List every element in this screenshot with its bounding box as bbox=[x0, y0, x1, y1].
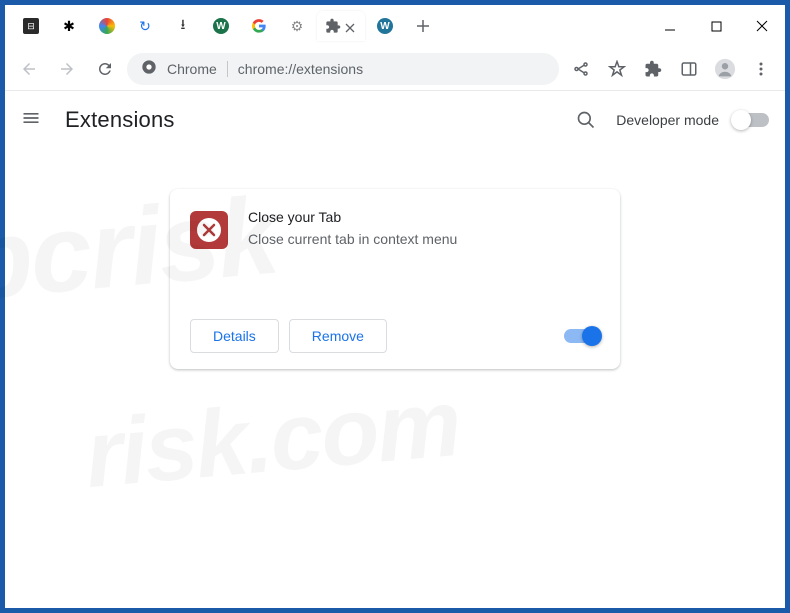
tab-8[interactable]: ⚙ bbox=[279, 11, 315, 41]
developer-mode-label: Developer mode bbox=[616, 112, 719, 128]
favicon-w-icon: W bbox=[213, 18, 229, 34]
reload-button[interactable] bbox=[89, 53, 121, 85]
tab-5[interactable]: ⭳ bbox=[165, 11, 201, 41]
close-window-button[interactable] bbox=[739, 8, 785, 44]
tab-3[interactable] bbox=[89, 11, 125, 41]
back-button[interactable] bbox=[13, 53, 45, 85]
window-controls bbox=[647, 8, 785, 44]
omnibox-url: chrome://extensions bbox=[238, 61, 363, 77]
sidepanel-icon[interactable] bbox=[673, 53, 705, 85]
extension-name: Close your Tab bbox=[248, 209, 457, 225]
chrome-icon bbox=[141, 59, 157, 78]
toolbar-icons bbox=[565, 53, 777, 85]
new-tab-button[interactable] bbox=[409, 12, 437, 40]
favicon-rainbow-icon bbox=[99, 18, 115, 34]
hamburger-icon[interactable] bbox=[21, 108, 45, 132]
favicon-wordpress-icon: W bbox=[377, 18, 393, 34]
search-icon[interactable] bbox=[570, 104, 602, 136]
close-icon[interactable] bbox=[345, 20, 357, 32]
favicon-film-icon: ✱ bbox=[61, 18, 77, 34]
favicon-recycle-icon: ↻ bbox=[137, 18, 153, 34]
omnibox[interactable]: Chrome chrome://extensions bbox=[127, 53, 559, 85]
tab-10[interactable]: W bbox=[367, 11, 403, 41]
bookmark-icon[interactable] bbox=[601, 53, 633, 85]
remove-button[interactable]: Remove bbox=[289, 319, 387, 353]
tabs-row: ⊟ ✱ ↻ ⭳ W ⚙ W bbox=[13, 11, 647, 41]
forward-button[interactable] bbox=[51, 53, 83, 85]
page-title: Extensions bbox=[65, 107, 175, 133]
browser-titlebar: ⊟ ✱ ↻ ⭳ W ⚙ W bbox=[5, 5, 785, 47]
header-right: Developer mode bbox=[570, 104, 769, 136]
favicon-projector-icon: ⊟ bbox=[23, 18, 39, 34]
tab-active-extensions[interactable] bbox=[317, 11, 365, 41]
extensions-header: Extensions Developer mode bbox=[5, 91, 785, 149]
menu-icon[interactable] bbox=[745, 53, 777, 85]
extension-enable-toggle[interactable] bbox=[564, 329, 600, 343]
watermark: risk.com bbox=[81, 369, 464, 510]
favicon-download-icon: ⭳ bbox=[175, 18, 191, 34]
extension-app-icon bbox=[190, 211, 228, 249]
maximize-button[interactable] bbox=[693, 8, 739, 44]
tab-2[interactable]: ✱ bbox=[51, 11, 87, 41]
favicon-puzzle-icon bbox=[325, 18, 341, 34]
tab-4[interactable]: ↻ bbox=[127, 11, 163, 41]
extension-description: Close current tab in context menu bbox=[248, 231, 457, 247]
address-bar: Chrome chrome://extensions bbox=[5, 47, 785, 91]
profile-icon[interactable] bbox=[709, 53, 741, 85]
extensions-icon[interactable] bbox=[637, 53, 669, 85]
tab-7[interactable] bbox=[241, 11, 277, 41]
developer-mode-toggle[interactable] bbox=[733, 113, 769, 127]
share-icon[interactable] bbox=[565, 53, 597, 85]
tab-1[interactable]: ⊟ bbox=[13, 11, 49, 41]
minimize-button[interactable] bbox=[647, 8, 693, 44]
omnibox-chip: Chrome bbox=[167, 61, 228, 77]
extension-card: Close your Tab Close current tab in cont… bbox=[170, 189, 620, 369]
details-button[interactable]: Details bbox=[190, 319, 279, 353]
favicon-google-icon bbox=[251, 18, 267, 34]
tab-6[interactable]: W bbox=[203, 11, 239, 41]
extensions-content: Close your Tab Close current tab in cont… bbox=[5, 149, 785, 369]
favicon-gear-icon: ⚙ bbox=[289, 18, 305, 34]
